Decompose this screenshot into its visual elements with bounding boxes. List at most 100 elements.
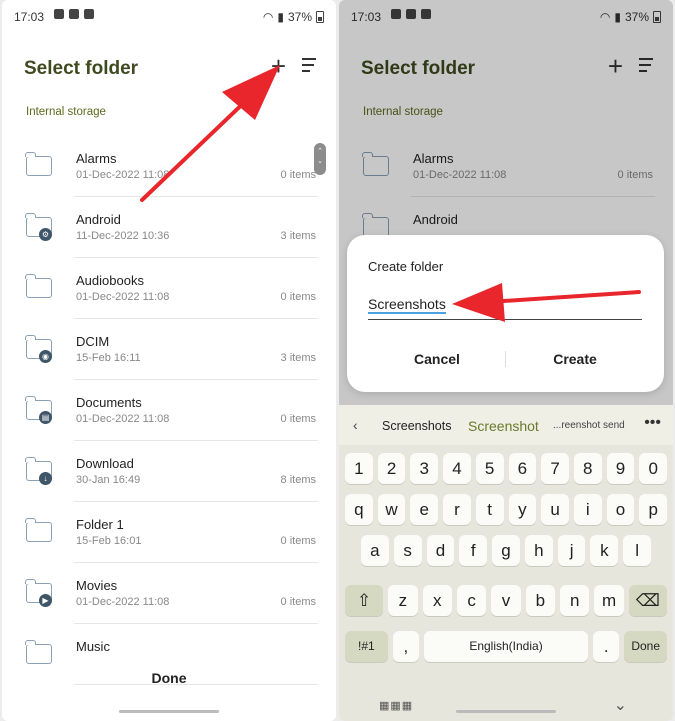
folder-row[interactable]: ↓ Download 30-Jan 16:49 8 items	[2, 441, 336, 502]
key[interactable]: d	[426, 535, 455, 566]
backspace-key[interactable]: ⌫	[628, 585, 667, 616]
key[interactable]: 9	[606, 453, 635, 484]
shift-key[interactable]: ⇧	[345, 585, 384, 616]
folder-name-input[interactable]: Screenshots	[368, 295, 642, 320]
suggestion-3[interactable]: ...reenshot send	[553, 420, 625, 431]
key[interactable]: j	[557, 535, 586, 566]
folder-date: 01-Dec-2022 11:08	[76, 169, 170, 181]
key[interactable]: o	[606, 494, 635, 525]
chevron-down-icon[interactable]: ⌄	[614, 695, 627, 715]
key[interactable]: 1	[345, 453, 373, 484]
key[interactable]: s	[393, 535, 422, 566]
key[interactable]: z	[388, 585, 418, 616]
folder-badge-icon: ▶	[39, 594, 52, 607]
folder-count: 3 items	[280, 230, 316, 242]
key-row-1: qwertyuiop	[345, 494, 668, 525]
period-key[interactable]: .	[593, 631, 620, 662]
key-row-bottom: !#1 , English(India) . Done	[345, 631, 667, 662]
key[interactable]: 5	[475, 453, 504, 484]
wifi-icon: ◠	[262, 10, 274, 24]
folder-row[interactable]: ▶ Movies 01-Dec-2022 11:08 0 items	[2, 563, 336, 624]
folder-icon	[25, 152, 52, 176]
folder-row[interactable]: ▤ Documents 01-Dec-2022 11:08 0 items	[2, 380, 336, 441]
key[interactable]: 0	[639, 453, 668, 484]
key[interactable]: c	[456, 585, 487, 616]
folder-date: 01-Dec-2022 11:08	[76, 291, 170, 303]
folder-name: Android	[76, 212, 121, 227]
folder-count: 8 items	[280, 474, 316, 486]
folder-row[interactable]: ⚙ Android 11-Dec-2022 10:36 3 items	[2, 197, 336, 258]
key[interactable]: u	[541, 494, 569, 525]
key[interactable]: f	[459, 535, 488, 566]
folder-name: DCIM	[76, 334, 110, 349]
folder-row[interactable]: Folder 1 15-Feb 16:01 0 items	[2, 502, 336, 563]
folder-row[interactable]: Audiobooks 01-Dec-2022 11:08 0 items	[2, 258, 336, 319]
folder-name: Music	[76, 639, 110, 654]
folder-date: 15-Feb 16:01	[76, 535, 142, 547]
page-title: Select folder	[24, 58, 139, 79]
folder-row[interactable]: Alarms 01-Dec-2022 11:08 0 items	[2, 136, 336, 197]
notification-icons	[54, 9, 94, 19]
key[interactable]: k	[590, 535, 619, 566]
comma-key[interactable]: ,	[392, 631, 419, 662]
folder-name: Alarms	[76, 151, 117, 166]
folder-count: 0 items	[280, 596, 316, 608]
key[interactable]: x	[422, 585, 452, 616]
folder-badge-icon: ◉	[39, 350, 52, 363]
key[interactable]: y	[508, 494, 537, 525]
folder-badge-icon: ⚙	[39, 228, 52, 241]
status-bar: 17:03 ◠ ▮ 37%	[2, 0, 336, 32]
create-button[interactable]: Create	[527, 351, 623, 367]
status-right: ◠ ▮ 37%	[263, 10, 324, 24]
add-folder-icon[interactable]: +	[271, 52, 286, 80]
sort-icon[interactable]	[302, 58, 318, 74]
key[interactable]: p	[639, 494, 668, 525]
key[interactable]: i	[573, 494, 602, 525]
key[interactable]: v	[491, 585, 521, 616]
key[interactable]: w	[377, 494, 406, 525]
key[interactable]: m	[594, 585, 624, 616]
key[interactable]: n	[560, 585, 590, 616]
cancel-button[interactable]: Cancel	[389, 351, 485, 367]
folder-icon	[25, 518, 52, 542]
keyboard-icon[interactable]: ▦▦▦	[379, 699, 413, 712]
done-key[interactable]: Done	[624, 631, 667, 662]
battery-icon	[316, 11, 324, 23]
key[interactable]: 7	[541, 453, 569, 484]
home-indicator	[456, 710, 556, 713]
signal-icon: ▮	[277, 10, 284, 24]
key[interactable]: 6	[508, 453, 537, 484]
key[interactable]: a	[361, 535, 389, 566]
folder-row[interactable]: ◉ DCIM 15-Feb 16:11 3 items	[2, 319, 336, 380]
key[interactable]: 8	[573, 453, 602, 484]
key[interactable]: l	[623, 535, 652, 566]
folder-name: Documents	[76, 395, 142, 410]
home-indicator	[119, 710, 219, 713]
key[interactable]: q	[345, 494, 373, 525]
button-divider	[505, 351, 506, 367]
folder-icon	[25, 274, 52, 298]
suggestion-1[interactable]: Screenshots	[382, 419, 451, 433]
suggestion-2[interactable]: Screenshot	[468, 418, 539, 434]
key[interactable]: t	[475, 494, 504, 525]
key[interactable]: h	[524, 535, 553, 566]
space-key[interactable]: English(India)	[423, 631, 589, 662]
symbols-key[interactable]: !#1	[345, 631, 388, 662]
dialog-title: Create folder	[368, 259, 444, 274]
folder-date: 30-Jan 16:49	[76, 474, 141, 486]
scrollbar-handle[interactable]: ⌃ ⌄	[314, 143, 326, 175]
folder-icon	[25, 640, 52, 664]
key[interactable]: b	[525, 585, 556, 616]
storage-label: Internal storage	[26, 106, 106, 118]
keyboard: ‹ Screenshots Screenshot ...reenshot sen…	[339, 405, 673, 721]
key[interactable]: r	[443, 494, 471, 525]
folder-name: Folder 1	[76, 517, 124, 532]
key[interactable]: 2	[377, 453, 406, 484]
done-button[interactable]: Done	[2, 670, 336, 686]
chevron-left-icon[interactable]: ‹	[353, 417, 358, 433]
key[interactable]: e	[410, 494, 439, 525]
key[interactable]: 3	[410, 453, 439, 484]
key[interactable]: g	[492, 535, 520, 566]
more-icon[interactable]: •••	[644, 414, 661, 432]
key[interactable]: 4	[443, 453, 471, 484]
